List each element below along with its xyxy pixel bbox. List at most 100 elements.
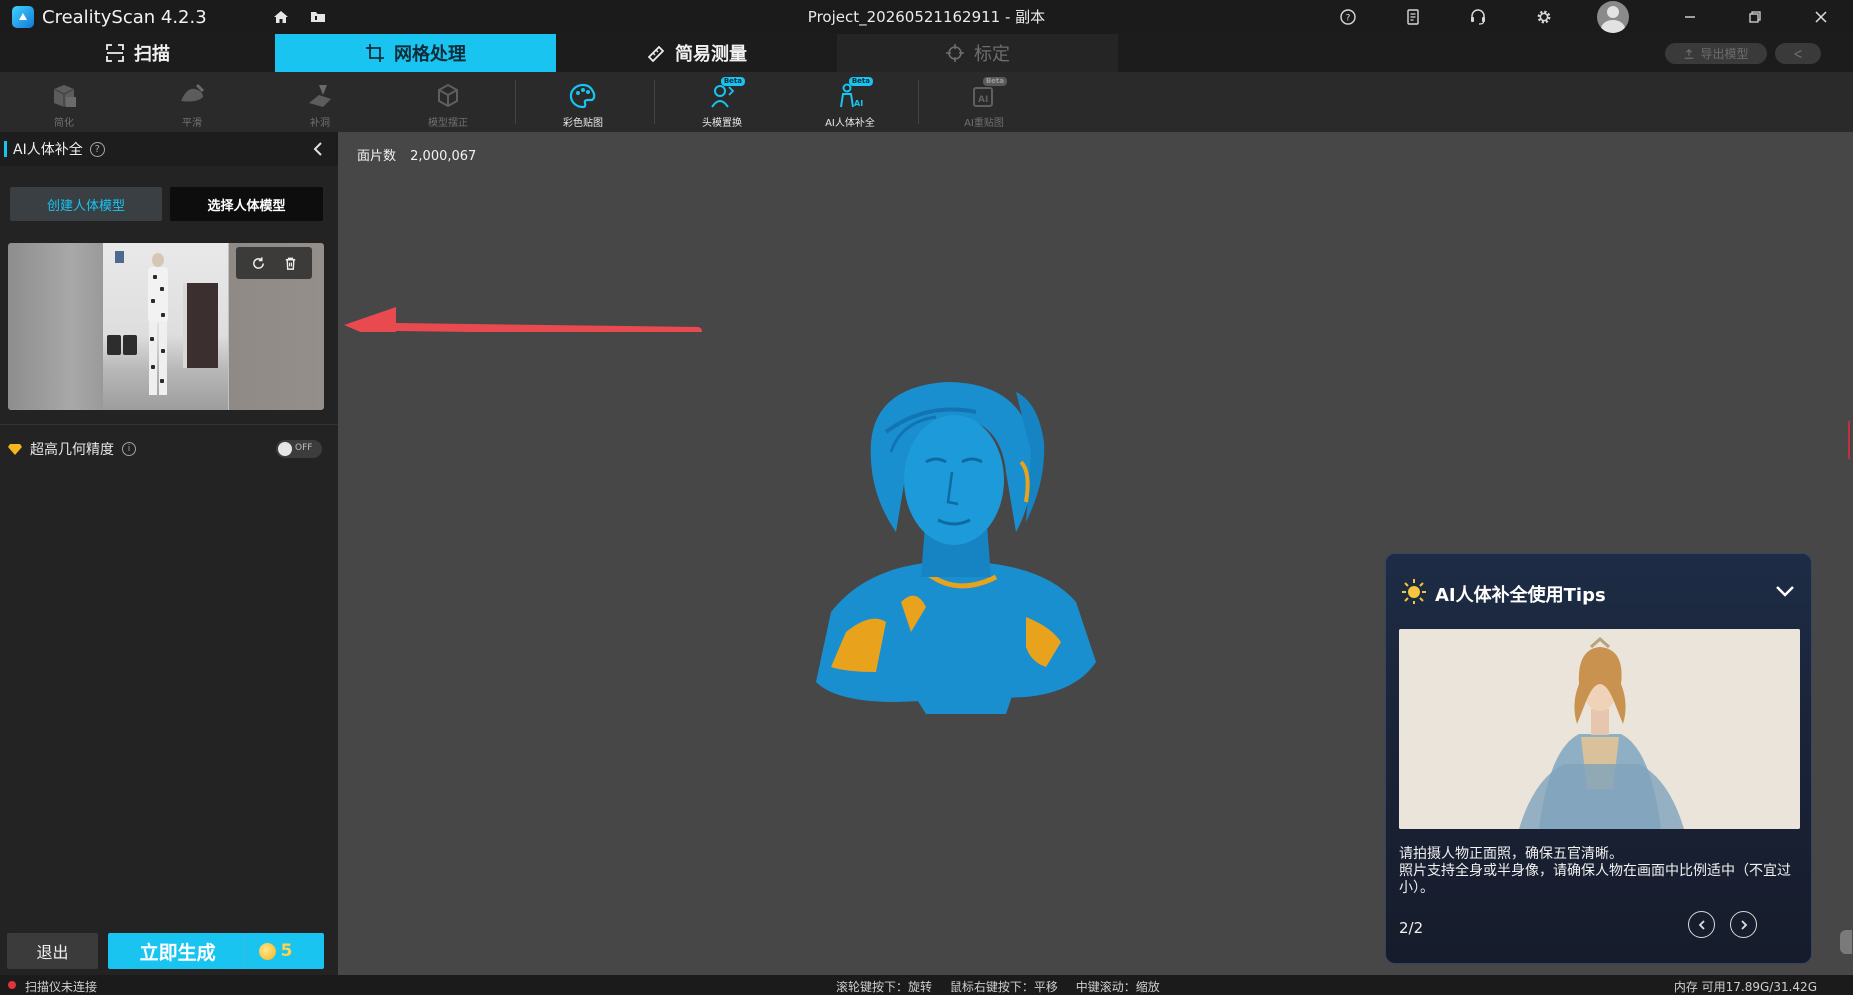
restore-window-icon[interactable] (1742, 4, 1768, 30)
tool-fill-hole[interactable]: 补洞 (270, 72, 370, 132)
side-panel-handle[interactable] (1840, 930, 1852, 954)
annotation-arrow (344, 307, 702, 332)
scanned-bust-model (816, 382, 1096, 714)
chevron-right-icon (1740, 919, 1747, 930)
beta-badge: Beta (982, 77, 1007, 86)
tool-simplify[interactable]: 简化 (14, 72, 114, 132)
tool-fill-hole-label: 补洞 (310, 118, 330, 129)
tool-smooth[interactable]: 平滑 (142, 72, 242, 132)
svg-text:AI: AI (978, 95, 988, 105)
tips-next-button[interactable] (1730, 911, 1757, 938)
toolbar-divider (515, 80, 516, 124)
tips-line-1: 请拍摄人物正面照，确保五官清晰。 (1399, 846, 1623, 862)
tab-measure-label: 简易测量 (675, 44, 747, 65)
bin (107, 335, 121, 355)
panel-title: AI人体补全 (13, 142, 83, 158)
tab-calibration[interactable]: 标定 (837, 34, 1118, 72)
mouse-hints: 滚轮键按下：旋转 鼠标右键按下：平移 中键滚动：缩放 (836, 978, 1174, 995)
bin (123, 335, 137, 355)
generate-cost: 5 (280, 941, 293, 961)
tab-calibration-label: 标定 (974, 44, 1010, 65)
question-mark-icon[interactable]: ? (89, 141, 105, 157)
main-tabs: 扫描 网格处理 简易测量 标定 导出模型 (0, 34, 1853, 72)
tips-title: AI人体补全使用Tips (1435, 585, 1606, 606)
support-headset-icon[interactable] (1465, 4, 1491, 30)
tool-ai-body-completion[interactable]: AI Beta AI人体补全 (800, 72, 900, 132)
chevron-down-icon[interactable] (1773, 579, 1797, 603)
tool-head-swap[interactable]: Beta 头模置换 (672, 72, 772, 132)
sun-tip-icon (1402, 579, 1426, 604)
high-precision-label: 超高几何精度 (30, 442, 114, 458)
collapse-chevron-left-icon[interactable] (308, 139, 328, 159)
folder-icon[interactable] (305, 4, 331, 30)
palette-icon (569, 83, 596, 109)
memory-status: 内存 可用17.89G/31.42G (1673, 980, 1817, 994)
tool-ai-body-completion-label: AI人体补全 (825, 118, 875, 129)
fill-hole-icon (309, 85, 331, 107)
toggle-knob (278, 442, 292, 456)
high-precision-toggle[interactable]: OFF (276, 440, 322, 458)
scanner-status: 扫描仪未连接 (25, 980, 98, 994)
tips-panel: AI人体补全使用Tips 请拍摄人物正面照，确保五官清晰。 照片支持全身或半身像… (1385, 553, 1812, 964)
tool-color-texture[interactable]: 彩色贴图 (533, 72, 633, 132)
beta-badge: Beta (848, 77, 873, 86)
export-model-button[interactable]: 导出模型 (1665, 43, 1767, 64)
person-figure (143, 253, 173, 403)
tool-align-model[interactable]: 模型摆正 (398, 72, 498, 132)
export-icon (1685, 48, 1694, 59)
tips-description: 请拍摄人物正面照，确保五官清晰。 照片支持全身或半身像，请确保人物在画面中比例适… (1399, 846, 1804, 897)
side-edge-marker (1848, 420, 1853, 460)
align-model-icon (438, 83, 458, 108)
hint-zoom: 中键滚动：缩放 (1075, 980, 1160, 994)
tool-color-texture-label: 彩色贴图 (563, 118, 603, 129)
tips-line-2: 照片支持全身或半身像，请确保人物在画面中比例适中（不宜过小）。 (1399, 863, 1791, 896)
chevron-left-icon (1698, 919, 1705, 930)
tips-previous-button[interactable] (1688, 911, 1715, 938)
panel-header: AI人体补全 ? (0, 132, 338, 166)
delete-trash-icon[interactable] (279, 252, 301, 274)
svg-text:AI: AI (854, 99, 863, 108)
hint-rotate: 滚轮键按下：旋转 (836, 980, 933, 994)
tab-mesh-processing-label: 网格处理 (394, 44, 466, 65)
mesh-toolbar: 简化 平滑 补洞 模型摆正 彩色贴图 Beta 头模置换 AI Beta AI人体… (0, 72, 1853, 132)
minimize-icon[interactable] (1677, 4, 1703, 30)
panel-divider (0, 424, 338, 425)
generate-now-button[interactable]: 立即生成 5 (108, 933, 324, 969)
thumbnail-actions (236, 247, 312, 279)
notes-icon[interactable] (1400, 4, 1426, 30)
info-icon[interactable]: i (122, 442, 136, 456)
tips-page-indicator: 2/2 (1399, 919, 1424, 937)
select-body-model-button[interactable]: 选择人体模型 (170, 187, 323, 221)
tool-head-swap-label: 头模置换 (702, 118, 742, 129)
app-logo-icon (12, 6, 34, 28)
high-precision-row: 超高几何精度 i OFF (8, 438, 324, 460)
tool-align-model-label: 模型摆正 (428, 118, 468, 129)
refresh-icon[interactable] (247, 252, 269, 274)
app-window: CrealityScan 4.2.3 Project_2026052116291… (0, 0, 1853, 995)
tips-example-image (1399, 629, 1800, 829)
settings-gear-icon[interactable] (1531, 4, 1557, 30)
home-icon[interactable] (268, 4, 294, 30)
wall-sign (115, 251, 124, 263)
tab-mesh-processing[interactable]: 网格处理 (275, 34, 556, 72)
exit-button[interactable]: 退出 (7, 933, 98, 969)
simplify-icon (53, 85, 76, 107)
title-bar: CrealityScan 4.2.3 Project_2026052116291… (0, 0, 1853, 34)
crop-mesh-icon (366, 44, 384, 62)
tab-scan[interactable]: 扫描 (0, 34, 275, 72)
tab-scan-label: 扫描 (134, 44, 170, 65)
tool-smooth-label: 平滑 (182, 118, 202, 129)
tab-measure[interactable]: 简易测量 (556, 34, 837, 72)
create-body-model-button[interactable]: 创建人体模型 (10, 187, 162, 221)
toolbar-divider (654, 80, 655, 124)
3d-viewport[interactable]: 面片数 2,000,067 AI人体补全使用Tips 请拍摄人物正面照，确保五官… (338, 132, 1853, 975)
close-icon[interactable] (1808, 4, 1834, 30)
help-circle-icon[interactable]: ? (1335, 4, 1361, 30)
scan-frame-icon (106, 44, 124, 62)
share-button[interactable] (1775, 43, 1821, 64)
tool-ai-retexture[interactable]: AI Beta AI重贴图 (934, 72, 1034, 132)
svg-text:?: ? (1346, 14, 1351, 24)
ai-body-completion-panel: AI人体补全 ? 创建人体模型 选择人体模型 超高几何精度 i OFF 退出 立… (0, 132, 338, 975)
user-avatar[interactable] (1597, 1, 1629, 33)
hint-pan: 鼠标右键按下：平移 (949, 980, 1058, 994)
